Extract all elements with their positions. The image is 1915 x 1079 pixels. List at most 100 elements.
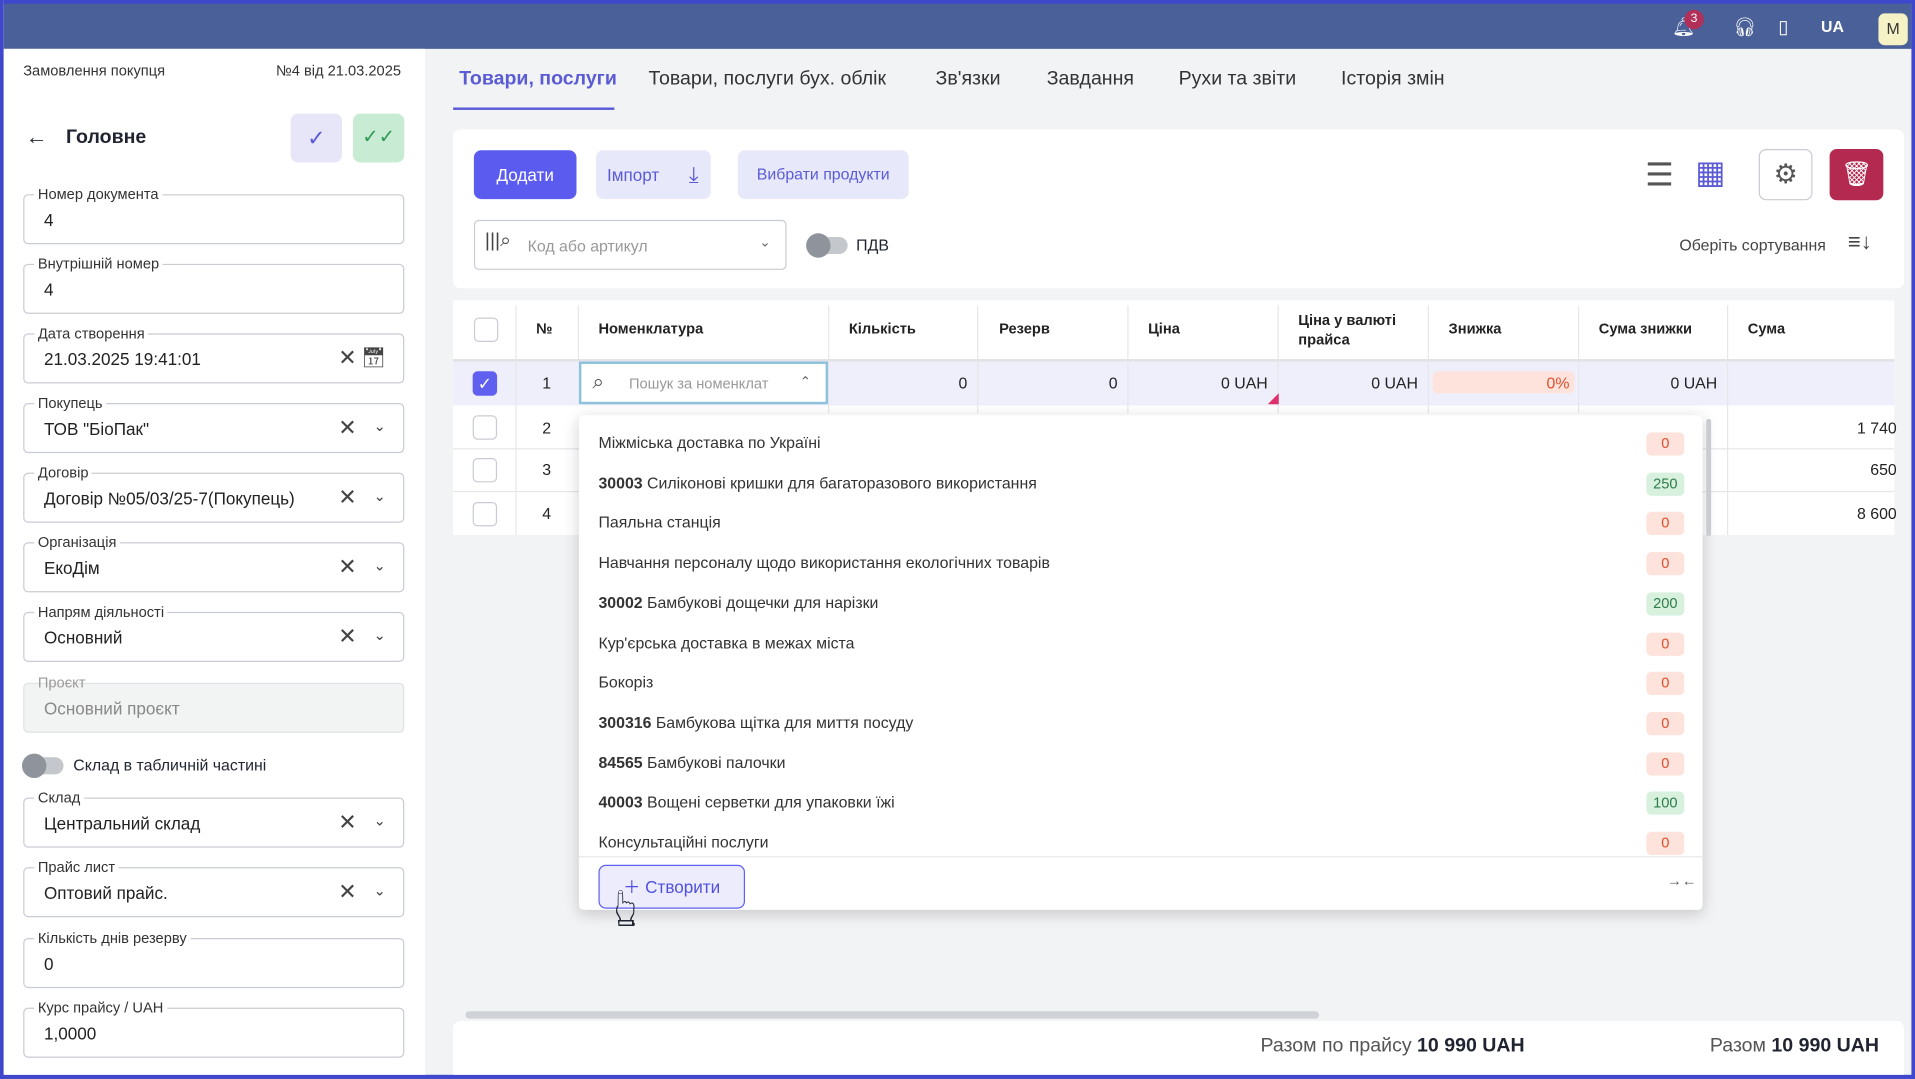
row-3-checkbox[interactable] bbox=[472, 458, 498, 483]
back-arrow-icon[interactable]: ← bbox=[26, 125, 48, 151]
chevron-down-icon[interactable]: ⌄ bbox=[374, 418, 386, 435]
sort-select[interactable]: Оберіть сортування bbox=[1679, 236, 1825, 254]
dropdown-item[interactable]: Міжміська доставка по Україні bbox=[598, 434, 820, 452]
document-sidebar: Замовлення покупця №4 від 21.03.2025 ← Г… bbox=[3, 48, 426, 1075]
notification-badge: 3 bbox=[1684, 9, 1704, 30]
col-discount[interactable]: Знижка bbox=[1449, 320, 1502, 337]
chevron-down-icon[interactable]: ⌄ bbox=[374, 487, 386, 504]
book-icon[interactable]: ▯ bbox=[1778, 16, 1788, 38]
delete-button[interactable]: 🗑︎ bbox=[1829, 149, 1884, 201]
horizontal-scrollbar[interactable] bbox=[465, 1011, 1320, 1019]
project-field: Проєкт Основний проєкт bbox=[23, 674, 405, 733]
doc-number-field[interactable]: Номер документа 4 bbox=[23, 185, 405, 245]
import-button[interactable]: Імпорт ⤓ bbox=[596, 150, 711, 200]
chevron-down-icon: ⌄ bbox=[759, 235, 771, 251]
customer-field[interactable]: Покупець ТОВ "БіоПак" ✕ ⌄ bbox=[23, 394, 405, 454]
language-switch[interactable]: UA bbox=[1821, 17, 1844, 35]
dropdown-item[interactable]: Паяльна станція bbox=[598, 513, 720, 531]
totals-card bbox=[453, 1021, 1905, 1075]
warehouse-field[interactable]: Склад Центральний склад ✕ ⌄ bbox=[23, 788, 405, 848]
col-price-list[interactable]: Ціна у валюті прайса bbox=[1298, 310, 1408, 349]
save-button[interactable]: ✓ bbox=[290, 113, 342, 163]
stock-badge: 0 bbox=[1646, 751, 1685, 776]
stock-badge: 0 bbox=[1646, 432, 1685, 456]
add-button[interactable]: Додати bbox=[473, 150, 577, 200]
stock-badge: 0 bbox=[1646, 512, 1685, 536]
clear-icon[interactable]: ✕ bbox=[338, 415, 356, 441]
activity-field[interactable]: Напрям діяльності Основний ✕ ⌄ bbox=[23, 603, 405, 662]
barcode-icon: |||⌕ bbox=[484, 230, 512, 252]
col-number: № bbox=[536, 319, 553, 338]
contract-field[interactable]: Договір Договір №05/03/25-7(Покупець) ✕ ⌄ bbox=[23, 464, 405, 523]
clear-icon[interactable]: ✕ bbox=[338, 810, 356, 836]
created-date-field[interactable]: Дата створення 21.03.2025 19:41:01 ✕ 📅︎ bbox=[23, 324, 405, 384]
internal-number-field[interactable]: Внутрішній номер 4 bbox=[23, 255, 405, 314]
reserve-days-field[interactable]: Кількість днів резерву 0 bbox=[23, 929, 405, 989]
tab-goods-accounting[interactable]: Товари, послуги бух. облік bbox=[649, 68, 886, 90]
grid-view-icon[interactable]: ▦ bbox=[1695, 154, 1725, 192]
tab-goods[interactable]: Товари, послуги bbox=[459, 68, 617, 90]
dropdown-item[interactable]: 40003 Вощені серветки для упаковки їжі bbox=[598, 793, 894, 811]
settings-button[interactable]: ⚙ bbox=[1758, 149, 1813, 201]
warehouse-in-table-toggle[interactable] bbox=[21, 753, 64, 779]
download-icon: ⤓ bbox=[688, 162, 699, 187]
stock-badge: 100 bbox=[1646, 791, 1685, 816]
tab-history[interactable]: Історія змін bbox=[1341, 68, 1445, 90]
dropdown-item[interactable]: 300316 Бамбукова щітка для миття посуду bbox=[598, 713, 913, 731]
row-1-checkbox[interactable]: ✓ bbox=[472, 371, 498, 396]
chevron-down-icon[interactable]: ⌄ bbox=[374, 627, 386, 644]
dropdown-item[interactable]: Консультаційні послуги bbox=[598, 833, 768, 851]
item-search-input[interactable]: ⌕ Пошук за номенклат ⌃ bbox=[578, 361, 829, 405]
choose-products-button[interactable]: Вибрати продукти bbox=[737, 150, 909, 200]
col-reserve[interactable]: Резерв bbox=[999, 320, 1050, 337]
dropdown-scrollbar[interactable] bbox=[1706, 418, 1712, 537]
code-search-input[interactable]: |||⌕ Код або артикул ⌄ bbox=[473, 219, 787, 270]
dropdown-item[interactable]: Кур'єрська доставка в межах міста bbox=[598, 633, 854, 651]
tab-movements[interactable]: Рухи та звіти bbox=[1179, 68, 1296, 90]
collapse-icon[interactable]: →← bbox=[1667, 872, 1696, 889]
col-sum[interactable]: Сума bbox=[1748, 320, 1785, 337]
dropdown-item[interactable]: Навчання персоналу щодо використання еко… bbox=[598, 553, 1049, 571]
stock-badge: 0 bbox=[1646, 552, 1685, 576]
dropdown-item[interactable]: 84565 Бамбукові палочки bbox=[598, 753, 785, 771]
select-all-checkbox[interactable] bbox=[473, 317, 499, 342]
dropdown-item[interactable]: 30002 Бамбукові дощечки для нарізки bbox=[598, 593, 878, 611]
avatar[interactable]: M bbox=[1878, 13, 1908, 46]
clear-icon[interactable]: ✕ bbox=[338, 624, 356, 650]
col-qty[interactable]: Кількість bbox=[849, 320, 916, 337]
dropdown-item[interactable]: 30003 Силіконові кришки для багаторазово… bbox=[598, 474, 1036, 492]
grand-total: Разом 10 990 UAH bbox=[1709, 1035, 1879, 1057]
col-price[interactable]: Ціна bbox=[1148, 320, 1180, 337]
row-2-checkbox[interactable] bbox=[472, 415, 498, 440]
calendar-icon[interactable]: 📅︎ bbox=[361, 346, 386, 370]
clear-icon[interactable]: ✕ bbox=[338, 346, 356, 372]
clear-icon[interactable]: ✕ bbox=[338, 879, 356, 905]
price-rate-field[interactable]: Курс прайсу / UAH 1,0000 bbox=[23, 999, 405, 1058]
tab-links[interactable]: Зв'язки bbox=[936, 68, 1001, 90]
clear-icon[interactable]: ✕ bbox=[338, 485, 356, 511]
headset-icon[interactable]: 🎧︎ bbox=[1733, 16, 1756, 38]
chevron-up-icon: ⌃ bbox=[799, 374, 811, 390]
chevron-down-icon[interactable]: ⌄ bbox=[374, 812, 386, 829]
tab-tasks[interactable]: Завдання bbox=[1047, 68, 1134, 90]
dropdown-item[interactable]: Бокоріз bbox=[598, 673, 653, 691]
price-total: Разом по прайсу 10 990 UAH bbox=[1260, 1035, 1525, 1057]
price-list-field[interactable]: Прайс лист Оптовий прайс. ✕ ⌄ bbox=[23, 858, 405, 918]
search-icon: ⌕ bbox=[592, 370, 605, 394]
chevron-down-icon[interactable]: ⌄ bbox=[374, 557, 386, 574]
row-4-checkbox[interactable] bbox=[472, 501, 498, 527]
save-and-post-button[interactable]: ✓✓ bbox=[352, 113, 405, 163]
vat-toggle[interactable] bbox=[806, 233, 848, 258]
clear-icon[interactable]: ✕ bbox=[338, 554, 356, 580]
app: 🔔︎ 3 🎧︎ ▯ UA M Замовлення покупця №4 від… bbox=[0, 0, 1915, 1079]
section-title: Головне bbox=[65, 127, 147, 148]
chevron-down-icon[interactable]: ⌄ bbox=[374, 882, 386, 899]
col-discount-sum[interactable]: Сума знижки bbox=[1599, 320, 1692, 337]
organization-field[interactable]: Організація ЕкоДім ✕ ⌄ bbox=[23, 533, 405, 593]
sort-icon[interactable]: ≡↓ bbox=[1848, 230, 1872, 256]
col-item[interactable]: Номенклатура bbox=[598, 320, 703, 337]
top-bar: 🔔︎ 3 🎧︎ ▯ UA M bbox=[3, 0, 1912, 49]
vat-label: ПДВ bbox=[856, 235, 889, 255]
list-view-icon[interactable]: ☰ bbox=[1645, 156, 1673, 194]
stock-badge: 0 bbox=[1646, 632, 1685, 656]
